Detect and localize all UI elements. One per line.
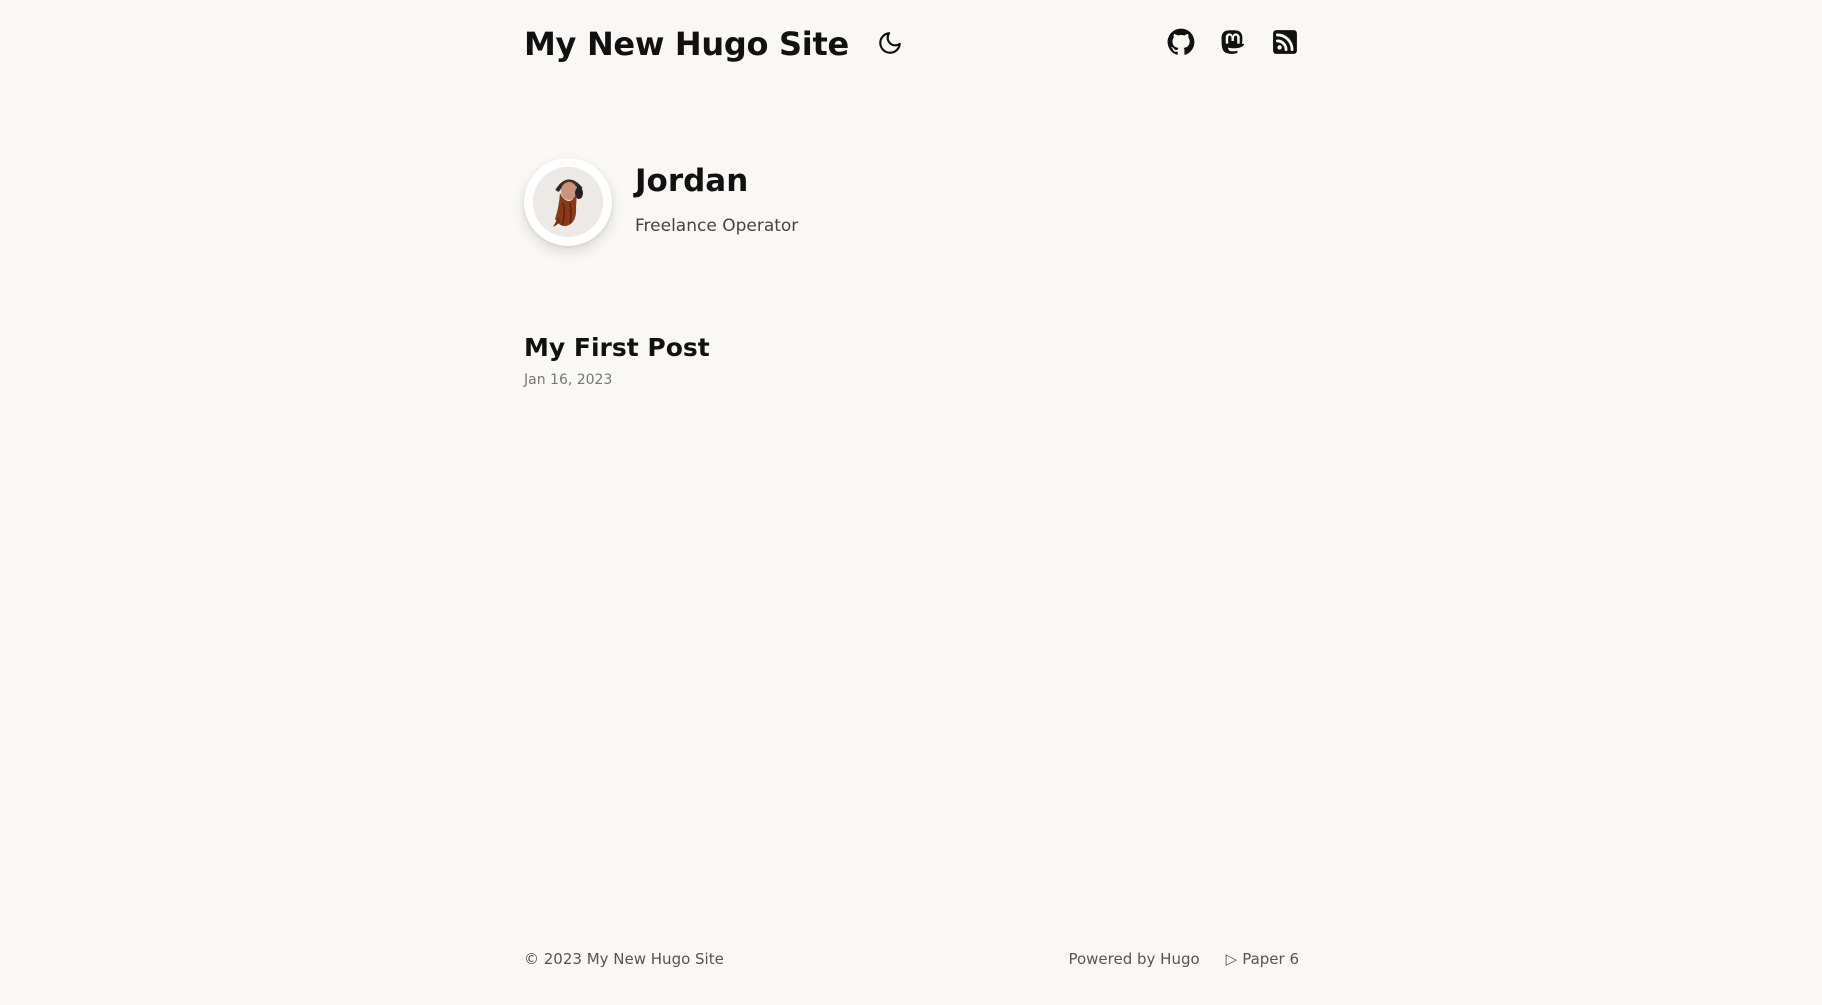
footer-copyright: © 2023 My New Hugo Site xyxy=(524,950,724,968)
header-left: My New Hugo Site xyxy=(524,25,905,63)
avatar xyxy=(533,167,603,237)
theme-name: Paper 6 xyxy=(1242,950,1299,968)
avatar-frame xyxy=(524,158,612,246)
profile-bio: Freelance Operator xyxy=(635,216,799,237)
github-icon xyxy=(1167,28,1195,60)
profile-name: Jordan xyxy=(635,163,749,199)
social-links xyxy=(1167,28,1299,60)
post-title-link[interactable]: My First Post xyxy=(524,333,710,362)
profile-text: Jordan Freelance Operator xyxy=(635,164,798,236)
site-header: My New Hugo Site xyxy=(524,0,1299,88)
triangle-icon: ▷ xyxy=(1225,950,1238,968)
post-entry: My First Post Jan 16, 2023 xyxy=(524,333,1299,388)
post-date: Jan 16, 2023 xyxy=(524,372,613,388)
rss-icon xyxy=(1272,29,1298,59)
post-list: My First Post Jan 16, 2023 xyxy=(524,333,1299,388)
footer-links: Powered by Hugo ▷ Paper 6 xyxy=(1068,950,1299,968)
theme-toggle-button[interactable] xyxy=(875,29,905,59)
theme-paper-link[interactable]: ▷ Paper 6 xyxy=(1226,950,1299,968)
page: My New Hugo Site Jordan Freelance Operat… xyxy=(0,0,1822,1005)
powered-by-hugo-link[interactable]: Powered by Hugo xyxy=(1068,950,1199,968)
rss-link[interactable] xyxy=(1271,30,1299,58)
profile-section: Jordan Freelance Operator xyxy=(524,158,1299,246)
avatar-image xyxy=(533,167,603,237)
site-footer: © 2023 My New Hugo Site Powered by Hugo … xyxy=(524,950,1299,968)
moon-icon xyxy=(877,30,903,59)
github-link[interactable] xyxy=(1167,28,1195,60)
mastodon-icon xyxy=(1220,28,1247,60)
mastodon-link[interactable] xyxy=(1219,30,1247,58)
site-title-link[interactable]: My New Hugo Site xyxy=(524,25,849,63)
